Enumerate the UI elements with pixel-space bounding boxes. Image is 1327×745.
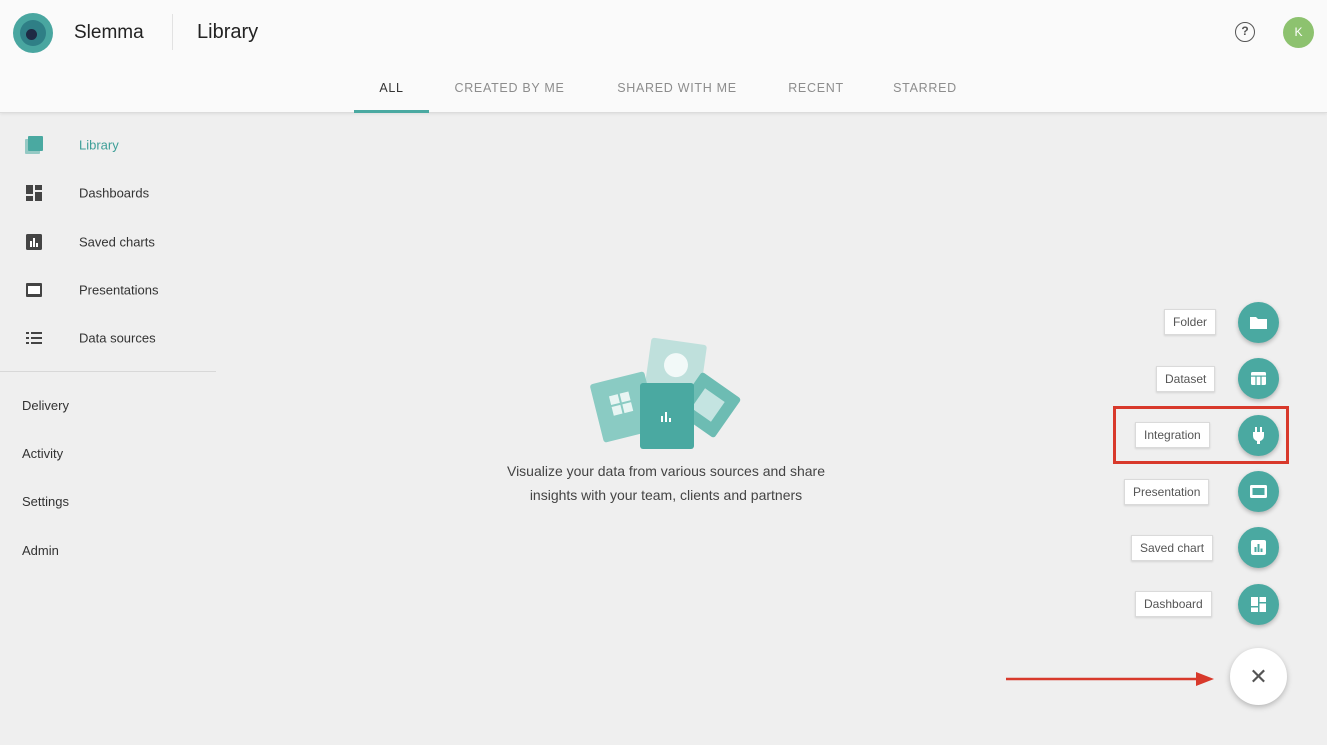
sidebar-item-settings[interactable]: Settings xyxy=(22,494,69,509)
library-icon xyxy=(25,136,43,154)
chart-icon xyxy=(1251,540,1266,555)
new-presentation-button[interactable] xyxy=(1238,471,1279,512)
new-dashboard-button[interactable] xyxy=(1238,584,1279,625)
sidebar-item-dashboards[interactable]: Dashboards xyxy=(0,169,216,217)
sidebar-item-presentations[interactable]: Presentations xyxy=(0,266,216,314)
dial-label-dashboard[interactable]: Dashboard xyxy=(1135,591,1212,617)
page-title: Library xyxy=(197,21,259,43)
sidebar-item-admin[interactable]: Admin xyxy=(22,543,59,558)
tab-created-by-me[interactable]: CREATED BY ME xyxy=(441,70,578,113)
sidebar-divider xyxy=(0,371,216,372)
dial-label-presentation[interactable]: Presentation xyxy=(1124,479,1210,505)
help-circle-icon[interactable]: ? xyxy=(1235,22,1255,42)
new-dataset-button[interactable] xyxy=(1238,358,1279,399)
tab-recent[interactable]: RECENT xyxy=(776,70,856,113)
user-avatar[interactable]: K xyxy=(1283,17,1314,48)
sidebar-item-label: Library xyxy=(79,137,119,153)
tab-starred[interactable]: STARRED xyxy=(880,70,970,113)
sidebar-item-activity[interactable]: Activity xyxy=(22,446,63,461)
empty-state-line-1: Visualize your data from various sources… xyxy=(506,463,825,479)
dial-label-folder[interactable]: Folder xyxy=(1164,309,1217,335)
new-saved-chart-button[interactable] xyxy=(1238,527,1279,568)
presentations-icon xyxy=(26,283,42,297)
library-tabs: ALL CREATED BY ME SHARED WITH ME RECENT … xyxy=(0,70,1327,113)
sidebar-item-label: Presentations xyxy=(79,282,159,298)
folder-icon xyxy=(1250,317,1267,329)
sidebar-item-label: Dashboards xyxy=(79,185,150,201)
slemma-logo-icon[interactable] xyxy=(13,13,53,53)
sidebar: Library Dashboards Saved charts Presenta… xyxy=(0,113,216,745)
brand-name: Slemma xyxy=(74,22,144,43)
sidebar-item-label: Saved charts xyxy=(79,234,155,250)
dataset-icon xyxy=(1251,372,1266,385)
dashboards-icon xyxy=(26,185,42,201)
saved-charts-icon xyxy=(26,234,42,250)
annotation-arrow-icon xyxy=(1006,672,1214,686)
library-illustration-icon xyxy=(590,337,741,449)
tab-all[interactable]: ALL xyxy=(354,70,429,113)
dial-label-dataset[interactable]: Dataset xyxy=(1156,366,1216,392)
empty-state-message: Visualize your data from various sources… xyxy=(466,459,866,507)
tab-shared-with-me[interactable]: SHARED WITH ME xyxy=(601,70,753,113)
empty-state-line-2: insights with your team, clients and par… xyxy=(529,487,803,503)
close-icon: ✕ xyxy=(1249,664,1268,689)
top-header: Slemma Library ? K ALL CREATED BY ME SHA… xyxy=(0,0,1327,113)
new-folder-button[interactable] xyxy=(1238,302,1279,343)
sidebar-item-data-sources[interactable]: Data sources xyxy=(0,314,216,362)
sidebar-item-delivery[interactable]: Delivery xyxy=(22,398,69,413)
dashboard-icon xyxy=(1251,597,1266,612)
sidebar-item-saved-charts[interactable]: Saved charts xyxy=(0,218,216,266)
integration-highlight-annotation xyxy=(1113,406,1289,464)
presentation-icon xyxy=(1250,485,1267,498)
header-divider xyxy=(172,14,173,50)
close-speed-dial-button[interactable]: ✕ xyxy=(1230,648,1287,705)
sidebar-item-label: Data sources xyxy=(79,330,156,346)
data-sources-icon xyxy=(26,332,42,344)
sidebar-item-library[interactable]: Library xyxy=(0,121,216,169)
dial-label-saved-chart[interactable]: Saved chart xyxy=(1131,535,1214,561)
